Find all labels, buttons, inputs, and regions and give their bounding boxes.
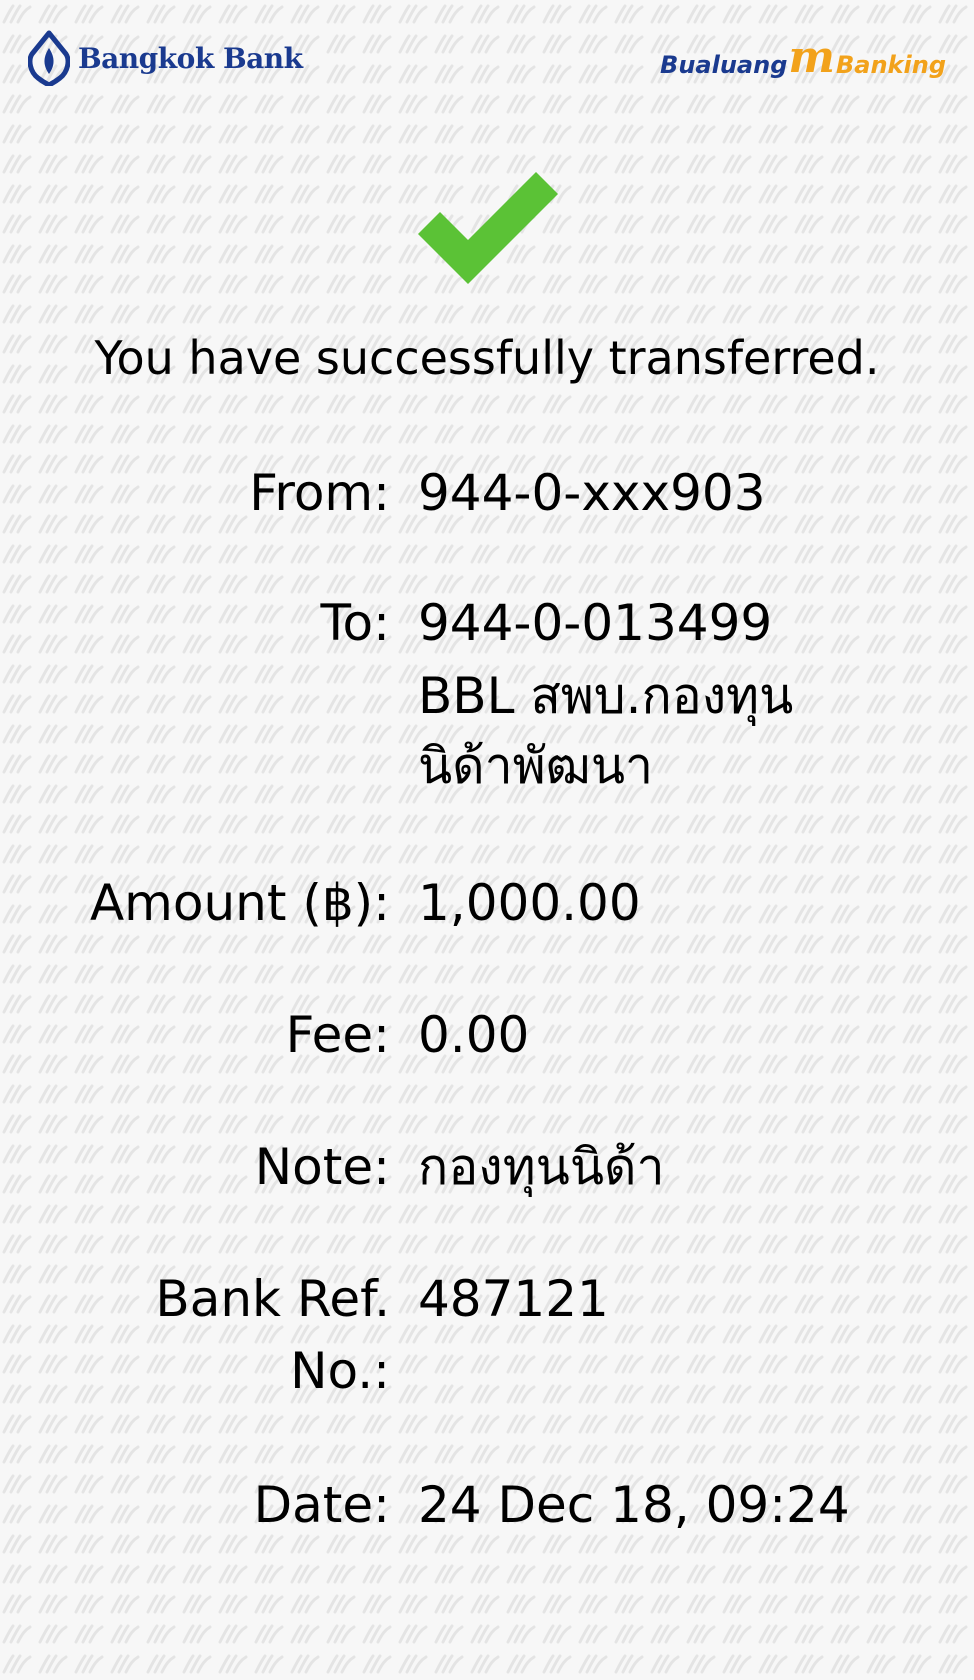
header: Bangkok Bank Bualuang m Banking: [0, 0, 974, 120]
amount-value: 1,000.00: [418, 874, 641, 932]
bualuang-mbanking-logo: Bualuang m Banking: [660, 36, 946, 80]
to-label: To:: [320, 594, 390, 652]
to-account-value: 944-0-013499: [418, 594, 773, 652]
from-value: 944-0-xxx903: [418, 464, 766, 522]
fee-label: Fee:: [285, 1006, 390, 1064]
fee-value: 0.00: [418, 1006, 530, 1064]
note-value: กองทุนนิด้า: [418, 1138, 665, 1196]
bangkok-bank-lotus-icon: [28, 30, 70, 86]
bank-ref-label-line2: No.:: [290, 1342, 390, 1400]
amount-label: Amount (฿):: [89, 874, 390, 932]
to-name-line2: นิด้าพัฒนา: [418, 737, 654, 795]
bank-ref-label-line1: Bank Ref.: [155, 1270, 390, 1328]
bank-name: Bangkok Bank: [78, 41, 303, 75]
note-label: Note:: [254, 1138, 390, 1196]
check-icon: [418, 172, 558, 284]
from-label: From:: [249, 464, 390, 522]
date-value: 24 Dec 18, 09:24: [418, 1476, 850, 1534]
bank-ref-value: 487121: [418, 1270, 609, 1328]
date-label: Date:: [253, 1476, 390, 1534]
bangkok-bank-logo: Bangkok Bank: [28, 30, 303, 86]
app-logo-left: Bualuang: [660, 51, 788, 79]
app-logo-mark: m: [788, 32, 835, 83]
to-name-line1: BBL สพบ.กองทุน: [418, 667, 794, 725]
app-logo-right: Banking: [835, 51, 946, 79]
success-message: You have successfully transferred.: [94, 331, 880, 385]
